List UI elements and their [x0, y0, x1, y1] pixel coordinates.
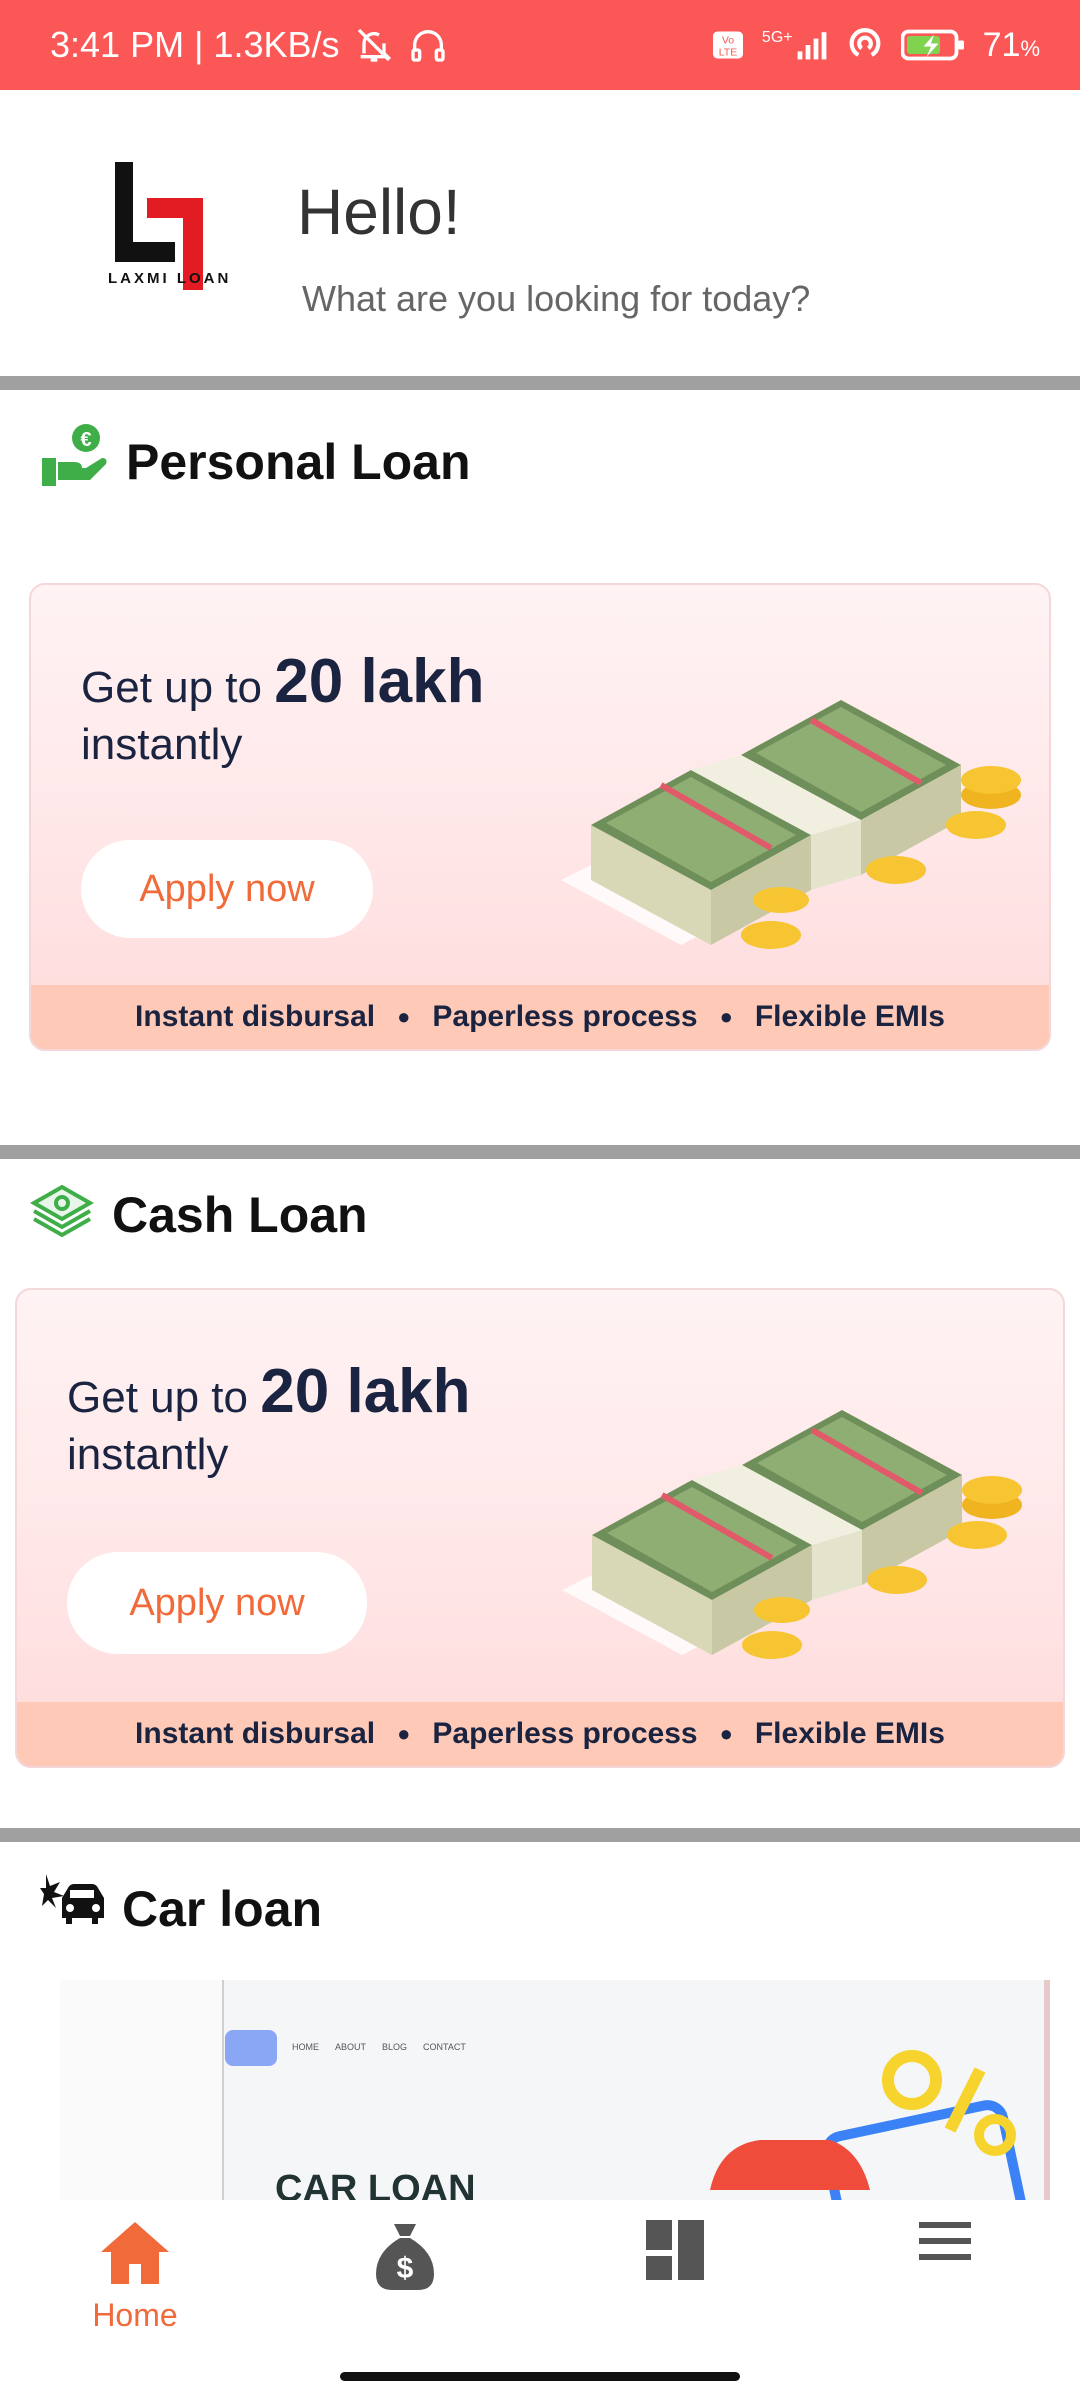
bottom-nav: Home $: [0, 2200, 1080, 2400]
headline-prefix: Get up to: [67, 1373, 249, 1422]
feature-1: Instant disbursal: [135, 1717, 376, 1750]
money-bag-icon: $: [370, 2220, 440, 2297]
bullet-dot: ●: [719, 1004, 733, 1029]
headline-amount: 20 lakh: [274, 647, 485, 716]
status-left: 3:41 PM | 1.3KB/s: [50, 24, 448, 66]
logo-text: LAXMI LOAN: [108, 270, 231, 287]
nav-dashboard[interactable]: [575, 2220, 775, 2285]
nav-home[interactable]: Home: [35, 2220, 235, 2334]
headphones-icon: [408, 25, 448, 65]
volte-icon: Vo LTE: [710, 27, 746, 63]
nav-menu[interactable]: [845, 2220, 1045, 2265]
banner-features: Instant disbursal ● Paperless process ● …: [17, 1702, 1063, 1766]
preview-left-panel: [60, 1980, 224, 2200]
menu-icon: [919, 2220, 971, 2265]
divider: [0, 1828, 1080, 1842]
hand-coin-icon: €: [38, 422, 110, 502]
banner-headline: Get up to 20 lakh instantly: [67, 1355, 471, 1482]
svg-text:Vo: Vo: [722, 35, 734, 47]
status-bar: 3:41 PM | 1.3KB/s Vo LTE 5G+ 71%: [0, 0, 1080, 90]
home-icon: [99, 2220, 171, 2291]
preview-nav-home: HOME: [292, 2042, 319, 2052]
headline-prefix: Get up to: [81, 663, 263, 712]
feature-2: Paperless process: [432, 1000, 698, 1033]
bullet-dot: ●: [397, 1721, 411, 1746]
preview-avatar-badge: [225, 2030, 277, 2066]
signal-icon: 5G+: [762, 29, 829, 61]
svg-text:$: $: [397, 2252, 414, 2285]
hotspot-icon: [845, 25, 885, 65]
car-crash-icon: [40, 1870, 106, 1948]
nav-home-label: Home: [92, 2297, 178, 2333]
feature-2: Paperless process: [432, 1717, 698, 1750]
subtitle: What are you looking for today?: [302, 278, 811, 319]
battery-percent: 71: [982, 25, 1021, 64]
bullet-dot: ●: [397, 1004, 411, 1029]
car-loan-title: Car loan: [40, 1870, 322, 1948]
status-time: 3:41 PM | 1.3KB/s: [50, 24, 340, 65]
section-title-text: Cash Loan: [112, 1187, 368, 1243]
greeting: Hello!: [297, 176, 461, 248]
banner-features: Instant disbursal ● Paperless process ● …: [31, 985, 1049, 1049]
banner-headline: Get up to 20 lakh instantly: [81, 645, 485, 772]
preview-nav-blog: BLOG: [382, 2042, 408, 2052]
bell-off-icon: [354, 25, 394, 65]
svg-text:€: €: [80, 429, 91, 451]
header: LAXMI LOAN Hello! What are you looking f…: [0, 90, 1080, 375]
logo-text-label: LAXMI LOAN: [108, 270, 232, 287]
section-title-text: Personal Loan: [126, 434, 471, 490]
preview-nav-contact: CONTACT: [423, 2042, 466, 2052]
battery-level: 71%: [982, 25, 1040, 64]
headline-suffix: instantly: [67, 1430, 229, 1480]
headline-suffix: instantly: [81, 720, 243, 770]
preview-nav: HOME ABOUT BLOG CONTACT: [292, 2042, 466, 2052]
cash-loan-banner[interactable]: Get up to 20 lakh instantly Apply now In…: [15, 1288, 1065, 1768]
cash-loan-title: Cash Loan: [28, 1175, 368, 1255]
personal-loan-banner[interactable]: Get up to 20 lakh instantly Apply now In…: [29, 583, 1051, 1051]
preview-nav-about: ABOUT: [335, 2042, 367, 2052]
apply-now-button[interactable]: Apply now: [67, 1552, 367, 1654]
headline-amount: 20 lakh: [260, 1357, 471, 1426]
home-indicator[interactable]: [340, 2372, 740, 2381]
feature-3: Flexible EMIs: [754, 1717, 945, 1750]
dashboard-icon: [646, 2220, 704, 2285]
money-illustration: [561, 700, 1021, 949]
divider: [0, 1145, 1080, 1159]
battery-icon: [900, 27, 967, 63]
cash-stack-icon: [28, 1175, 96, 1255]
feature-3: Flexible EMIs: [754, 1000, 945, 1033]
section-title-text: Car loan: [122, 1881, 323, 1937]
network-type: 5G+: [761, 29, 793, 46]
bullet-dot: ●: [719, 1721, 733, 1746]
preview-heading: CAR LOAN: [275, 2168, 476, 2200]
apply-now-button[interactable]: Apply now: [81, 840, 373, 938]
status-right: Vo LTE 5G+ 71%: [710, 25, 1040, 65]
feature-1: Instant disbursal: [135, 1000, 376, 1033]
car-illustration: [710, 2050, 1027, 2200]
car-loan-preview[interactable]: HOME ABOUT BLOG CONTACT CAR LOAN: [60, 1980, 1050, 2200]
preview-right-edge: [1044, 1980, 1050, 2200]
svg-text:LTE: LTE: [719, 47, 737, 59]
divider: [0, 376, 1080, 390]
personal-loan-title: € Personal Loan: [38, 422, 471, 502]
nav-loans[interactable]: $: [305, 2220, 505, 2297]
money-illustration: [562, 1410, 1022, 1659]
